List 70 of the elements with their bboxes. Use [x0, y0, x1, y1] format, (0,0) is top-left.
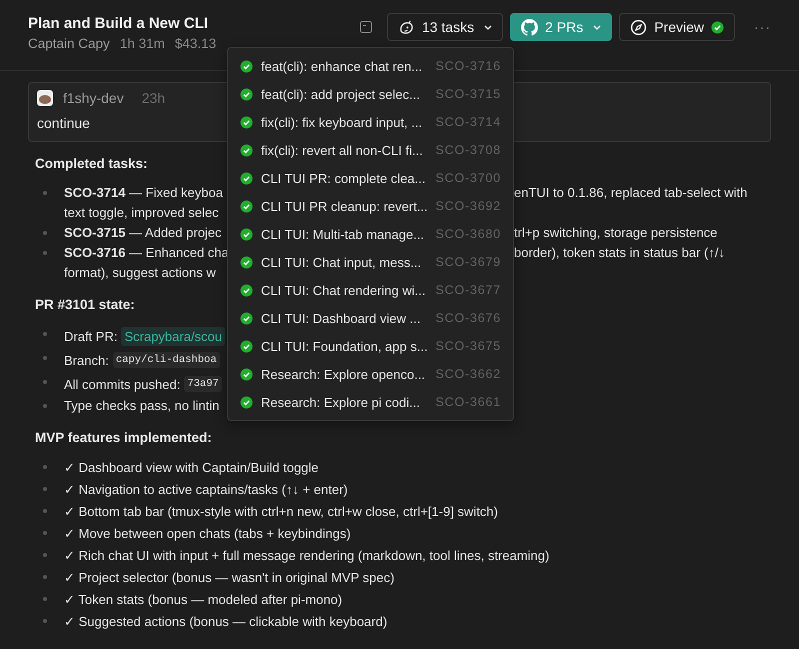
list-bullet	[43, 487, 47, 491]
task-title: Plan and Build a New CLI	[28, 15, 210, 32]
list-bullet	[43, 251, 47, 255]
list-label: Branch:	[64, 352, 109, 368]
list-text: SCO-3714 — Fixed keyboa	[64, 184, 224, 202]
task-menu-item[interactable]: CLI TUI PR cleanup: revert... SCO-3692	[228, 192, 513, 220]
cost: $43.13	[174, 36, 216, 51]
list-text: text toggle, improved selec	[64, 204, 220, 222]
list-bullet	[43, 553, 47, 557]
task-menu-item[interactable]: CLI TUI: Multi-tab manage... SCO-3680	[228, 220, 513, 248]
task-menu-item[interactable]: feat(cli): enhance chat ren... SCO-3716	[228, 52, 513, 80]
list-bullet	[43, 356, 47, 360]
list-text: enTUI to 0.1.86, replaced tab-select with	[514, 184, 748, 202]
pr-link[interactable]: Scrapybara/scou	[121, 326, 226, 346]
code-text: 73a97	[184, 376, 222, 392]
list-text: trl+p switching, storage persistence	[514, 224, 718, 242]
list-text: SCO-3715 — Added projec	[64, 224, 223, 242]
chevron-down-icon	[593, 24, 602, 30]
list-bullet	[43, 575, 47, 579]
section-heading: MVP features implemented:	[35, 430, 213, 445]
author-name: f1shy-dev	[63, 90, 124, 106]
captain-name: Captain Capy	[28, 36, 110, 51]
list-bullet	[43, 619, 47, 623]
list-label: All commits pushed:	[64, 376, 180, 392]
list-text: Type checks pass, no lintin	[64, 397, 220, 415]
list-bullet	[43, 404, 47, 408]
task-menu-item[interactable]: CLI TUI: Chat rendering wi... SCO-3677	[228, 276, 513, 304]
list-text: ✓ Token stats (bonus — modeled after pi-mono)	[64, 591, 342, 609]
list-text: ✓ Project selector (bonus — wasn't in original MVP spec)	[64, 569, 394, 587]
list-text: ✓ Suggested actions (bonus — clickable with keyboard)	[64, 613, 388, 631]
task-menu-item[interactable]: CLI TUI PR: complete clea... SCO-3700	[228, 164, 513, 192]
message-text: continue	[37, 115, 90, 131]
more-button[interactable]: ···	[754, 19, 771, 35]
list-bullet	[43, 465, 47, 469]
task-menu-item[interactable]: CLI TUI: Dashboard view ... SCO-3676	[228, 304, 513, 332]
compass-icon	[630, 18, 648, 36]
list-bullet	[43, 332, 47, 336]
pull-requests-button[interactable]: 2 PRs	[510, 13, 612, 41]
list-text: ✓ Move between open chats (tabs + keybindings)	[64, 525, 351, 543]
list-text: ✓ Rich chat UI with input + full message rendering (markdown, tool lines, streaming)	[64, 547, 550, 565]
tasks-button[interactable]: 13 tasks	[386, 13, 504, 41]
task-menu-item[interactable]: fix(cli): revert all non-CLI fi... SCO-3708	[228, 136, 513, 164]
list-text: format), suggest actions w	[64, 264, 217, 282]
preview-button[interactable]: Preview	[619, 13, 735, 41]
task-menu-item[interactable]: CLI TUI: Foundation, app s... SCO-3675	[228, 332, 513, 360]
list-bullet	[43, 597, 47, 601]
task-menu-item[interactable]: feat(cli): add project selec... SCO-3715	[228, 80, 513, 108]
task-menu-item[interactable]: Research: Explore pi codi... SCO-3661	[228, 388, 513, 416]
message-time: 23h	[142, 90, 166, 106]
list-text: ✓ Dashboard view with Captain/Build toggle	[64, 459, 319, 477]
task-menu-item[interactable]: Research: Explore openco... SCO-3662	[228, 360, 513, 388]
task-menu-item[interactable]: fix(cli): fix keyboard input, ... SCO-3714	[228, 108, 513, 136]
list-bullet	[43, 231, 47, 235]
list-bullet	[43, 191, 47, 195]
list-text: border), token stats in status bar (↑/↓	[514, 244, 725, 262]
task-menu-item[interactable]: CLI TUI: Chat input, mess... SCO-3679	[228, 248, 513, 276]
list-bullet	[43, 380, 47, 384]
list-bullet	[43, 531, 47, 535]
list-text: ✓ Bottom tab bar (tmux-style with ctrl+n new, ctrl+w close, ctrl+[1-9] switch)	[64, 503, 498, 521]
avatar-icon	[37, 90, 53, 106]
section-heading: Completed tasks:	[35, 156, 149, 171]
chevron-down-icon	[484, 24, 492, 30]
code-text: capy/cli-dashboa	[112, 352, 220, 368]
duration: 1h 31m	[120, 36, 165, 51]
list-label: Draft PR:	[64, 328, 118, 344]
list-text: ✓ Navigation to active captains/tasks (↑↓ + enter)	[64, 481, 348, 499]
section-heading: PR #3101 state:	[35, 297, 136, 312]
terminal-icon[interactable]	[360, 21, 372, 33]
list-bullet	[43, 509, 47, 513]
github-icon	[521, 18, 538, 36]
